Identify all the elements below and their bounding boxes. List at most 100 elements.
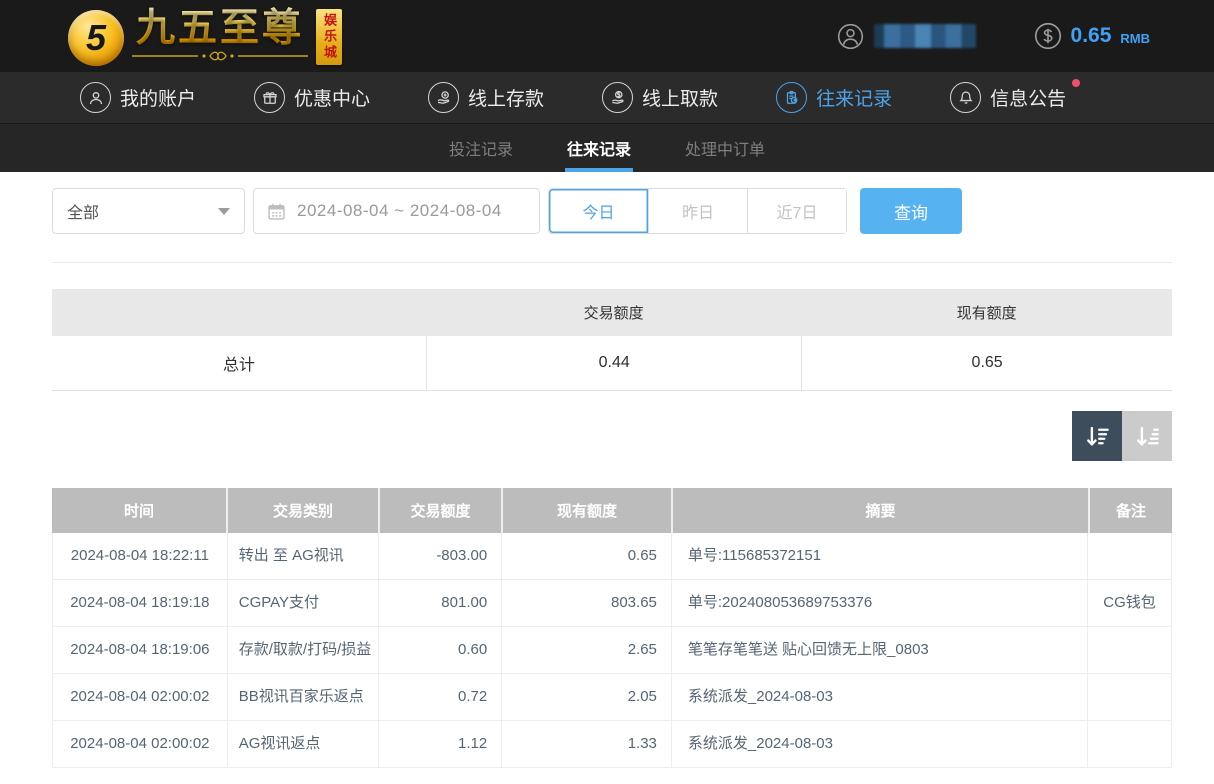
record-time: 2024-08-04 18:22:11	[53, 533, 227, 579]
record-time: 2024-08-04 18:19:18	[53, 580, 227, 626]
nav-item-announcements[interactable]: 信息公告	[950, 82, 1066, 113]
col-note: 备注	[1088, 488, 1172, 533]
record-type: BB视讯百家乐返点	[227, 674, 379, 720]
quick-range-last7days[interactable]: 近7日	[747, 189, 846, 233]
summary-current-amount: 0.65	[801, 336, 1172, 390]
bell-icon	[950, 82, 981, 113]
records-tab-bar: 投注记录 往来记录 处理中订单	[0, 124, 1214, 172]
tab-betting-records[interactable]: 投注记录	[447, 124, 515, 172]
record-summary: 系统派发_2024-08-03	[671, 674, 1087, 720]
record-balance: 803.65	[501, 580, 671, 626]
record-balance: 1.33	[501, 721, 671, 767]
calendar-icon	[266, 201, 287, 222]
sort-ascending-button[interactable]	[1122, 411, 1172, 461]
record-note	[1087, 721, 1171, 767]
record-note: CG钱包	[1087, 580, 1171, 626]
nav-item-deposit[interactable]: 线上存款	[428, 82, 544, 113]
account-icon	[80, 82, 111, 113]
nav-item-my-account[interactable]: 我的账户	[80, 82, 196, 113]
record-time: 2024-08-04 02:00:02	[53, 721, 227, 767]
filter-bar: 全部 2024-08-04 ~ 2024-08-04 今日 昨日 近7日 查询	[52, 188, 1172, 234]
col-current-amount: 现有额度	[501, 488, 671, 533]
nav-item-promotions[interactable]: 优惠中心	[254, 82, 370, 113]
record-summary: 单号:115685372151	[671, 533, 1087, 579]
record-type: 存款/取款/打码/损益	[227, 627, 379, 673]
coin-icon	[1034, 22, 1062, 50]
top-header: 5 九五至尊 娱乐城	[0, 0, 1214, 72]
chevron-down-icon	[218, 208, 230, 215]
user-avatar-icon	[837, 23, 864, 50]
record-amount: -803.00	[378, 533, 501, 579]
tab-transaction-records[interactable]: 往来记录	[565, 124, 633, 172]
summary-total-label: 总计	[52, 336, 426, 390]
summary-table: 交易额度 现有额度 总计 0.44 0.65	[52, 289, 1172, 391]
record-amount: 0.60	[378, 627, 501, 673]
record-summary: 单号:202408053689753376	[671, 580, 1087, 626]
withdraw-icon	[602, 82, 633, 113]
main-navigation: 我的账户 优惠中心 线上存款 线上取款	[0, 72, 1214, 124]
nav-label: 线上存款	[468, 84, 544, 111]
table-row: 2024-08-04 02:00:02 BB视讯百家乐返点 0.72 2.05 …	[53, 674, 1171, 721]
nav-item-withdraw[interactable]: 线上取款	[602, 82, 718, 113]
col-transaction-amount: 交易额度	[378, 488, 501, 533]
summary-col-empty	[52, 289, 426, 336]
table-row: 2024-08-04 18:22:11 转出 至 AG视讯 -803.00 0.…	[53, 533, 1171, 580]
record-note	[1087, 627, 1171, 673]
record-amount: 0.72	[378, 674, 501, 720]
record-summary: 笔笔存笔笔送 贴心回馈无上限_0803	[671, 627, 1087, 673]
records-table: 时间 交易类别 交易额度 现有额度 摘要 备注 2024-08-04 18:22…	[52, 488, 1172, 768]
search-button[interactable]: 查询	[860, 188, 962, 234]
record-time: 2024-08-04 18:19:06	[53, 627, 227, 673]
record-balance: 2.65	[501, 627, 671, 673]
summary-total-row: 总计 0.44 0.65	[52, 336, 1172, 391]
summary-col-current-amount: 现有额度	[801, 289, 1172, 336]
notification-dot	[1072, 79, 1080, 87]
user-account-chip[interactable]	[837, 23, 976, 50]
nav-label: 优惠中心	[294, 84, 370, 111]
record-amount: 801.00	[378, 580, 501, 626]
table-row: 2024-08-04 02:00:02 AG视讯返点 1.12 1.33 系统派…	[53, 721, 1171, 768]
tab-pending-orders[interactable]: 处理中订单	[683, 124, 767, 172]
record-time: 2024-08-04 02:00:02	[53, 674, 227, 720]
gift-icon	[254, 82, 285, 113]
col-time: 时间	[52, 488, 226, 533]
balance-currency: RMB	[1120, 27, 1150, 46]
logo-emblem-icon: 5	[68, 10, 124, 66]
deposit-icon	[428, 82, 459, 113]
nav-label: 线上取款	[642, 84, 718, 111]
logo-flourish-icon	[130, 49, 310, 63]
logo-badge: 娱乐城	[316, 9, 342, 65]
type-select[interactable]: 全部	[52, 188, 245, 234]
records-header-row: 时间 交易类别 交易额度 现有额度 摘要 备注	[52, 488, 1172, 533]
summary-col-transaction-amount: 交易额度	[426, 289, 801, 336]
type-select-value: 全部	[67, 199, 99, 223]
record-type: AG视讯返点	[227, 721, 379, 767]
summary-transaction-amount: 0.44	[426, 336, 801, 390]
record-balance: 2.05	[501, 674, 671, 720]
col-type: 交易类别	[226, 488, 378, 533]
date-range-value: 2024-08-04 ~ 2024-08-04	[297, 201, 502, 221]
record-note	[1087, 674, 1171, 720]
logo-wordmark: 九五至尊	[136, 7, 304, 51]
records-icon	[776, 82, 807, 113]
summary-header-row: 交易额度 现有额度	[52, 289, 1172, 336]
quick-range-group: 今日 昨日 近7日	[548, 188, 847, 234]
date-range-input[interactable]: 2024-08-04 ~ 2024-08-04	[253, 188, 540, 234]
record-amount: 1.12	[378, 721, 501, 767]
nav-label: 往来记录	[816, 84, 892, 111]
sort-descending-button[interactable]	[1072, 411, 1122, 461]
main-content: 全部 2024-08-04 ~ 2024-08-04 今日 昨日 近7日 查询	[0, 172, 1214, 768]
sort-controls	[52, 411, 1172, 461]
nav-item-transaction-records[interactable]: 往来记录	[776, 82, 892, 113]
nav-label: 信息公告	[990, 84, 1066, 111]
quick-range-today[interactable]: 今日	[549, 189, 648, 233]
site-logo[interactable]: 5 九五至尊 娱乐城	[68, 7, 342, 66]
quick-range-yesterday[interactable]: 昨日	[648, 189, 747, 233]
table-row: 2024-08-04 18:19:18 CGPAY支付 801.00 803.6…	[53, 580, 1171, 627]
section-divider	[52, 262, 1172, 263]
balance-display: 0.65 RMB	[1034, 22, 1150, 50]
record-type: CGPAY支付	[227, 580, 379, 626]
record-summary: 系统派发_2024-08-03	[671, 721, 1087, 767]
records-body: 2024-08-04 18:22:11 转出 至 AG视讯 -803.00 0.…	[52, 533, 1172, 768]
balance-amount: 0.65	[1071, 24, 1112, 48]
